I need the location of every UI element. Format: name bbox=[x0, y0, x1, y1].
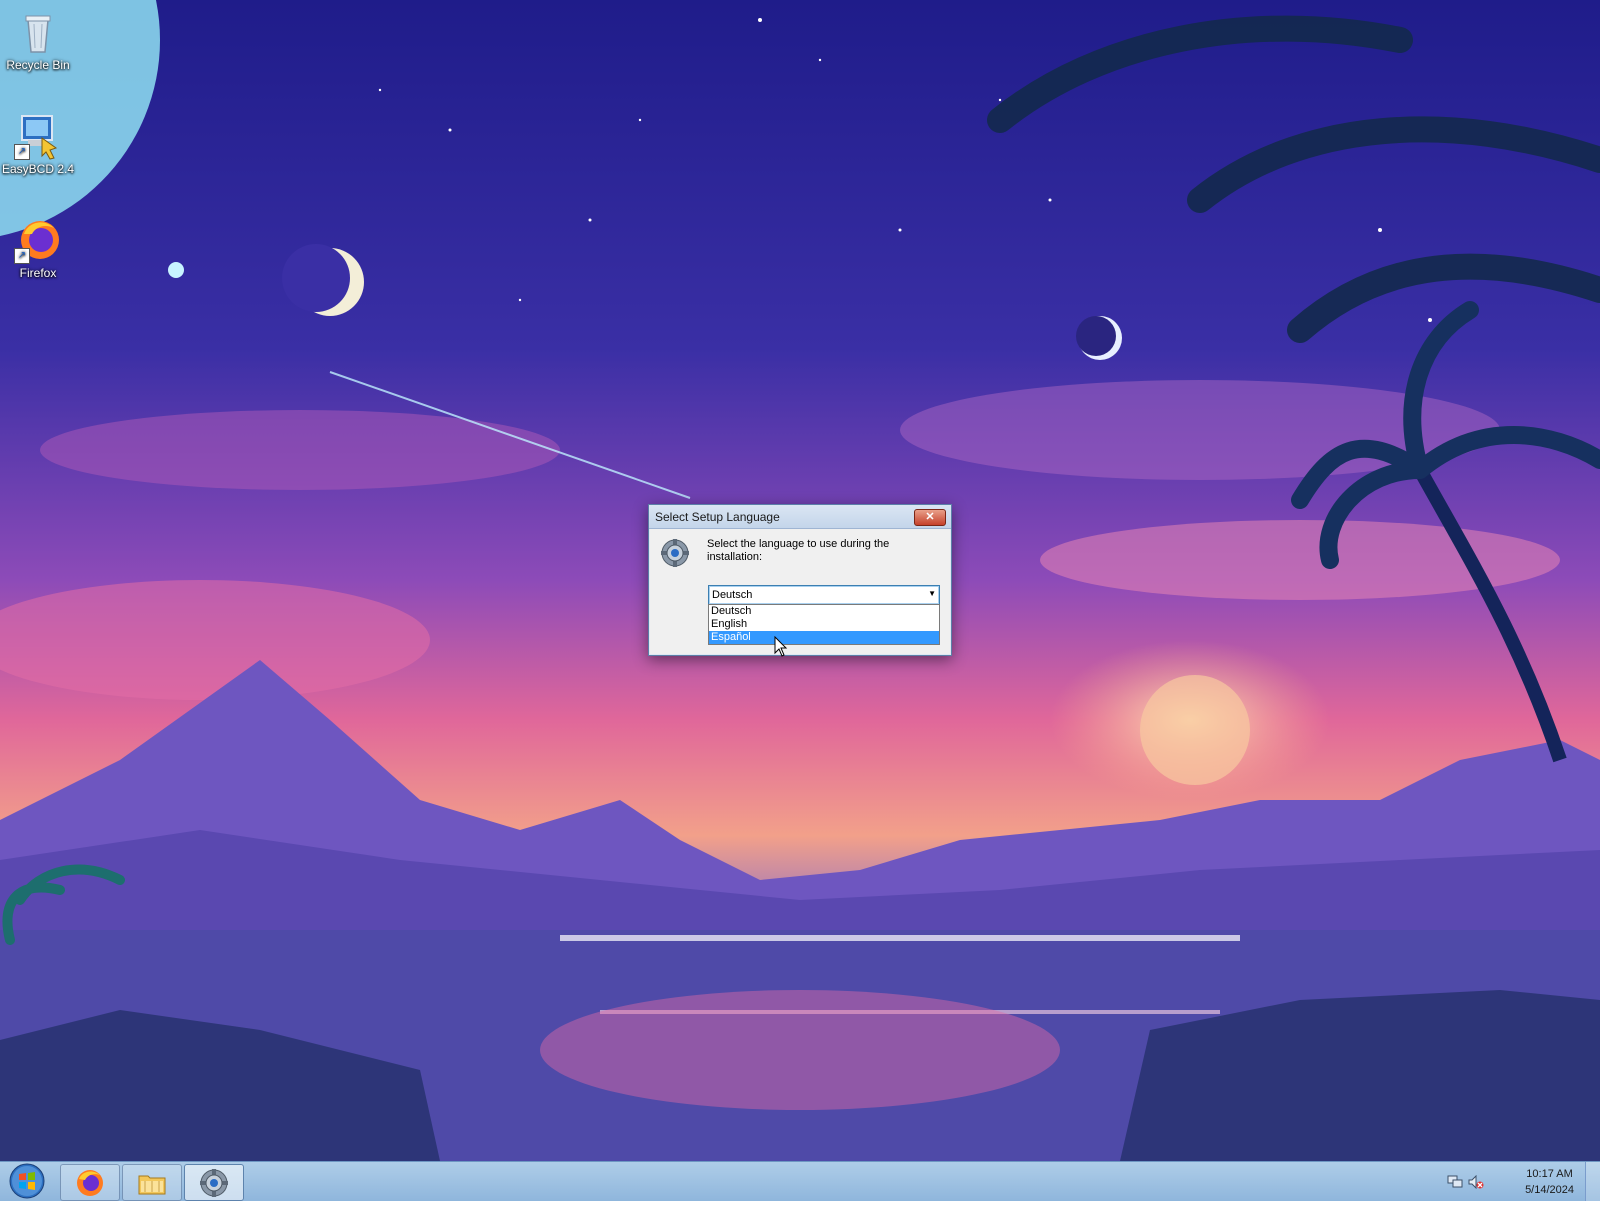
setup-gear-icon bbox=[660, 538, 690, 568]
show-desktop-button[interactable] bbox=[1585, 1162, 1600, 1201]
taskbar-clock[interactable]: 10:17 AM 5/14/2024 bbox=[1525, 1166, 1574, 1198]
chevron-down-icon[interactable]: ▼ bbox=[928, 589, 936, 598]
desktop-icon-easybcd[interactable]: ↗ EasyBCD 2.4 bbox=[0, 112, 78, 176]
dialog-body: Select the language to use during the in… bbox=[650, 529, 950, 654]
recycle-bin-icon bbox=[14, 8, 62, 56]
close-button[interactable]: ✕ bbox=[914, 509, 946, 526]
windows-logo-icon bbox=[9, 1163, 45, 1199]
desktop-icon-label: Firefox bbox=[19, 266, 57, 280]
firefox-icon bbox=[77, 1170, 103, 1196]
language-select[interactable]: Deutsch ▼ bbox=[708, 585, 940, 605]
system-tray: 10:17 AM 5/14/2024 bbox=[1440, 1162, 1600, 1201]
firefox-icon: ↗ bbox=[14, 216, 62, 264]
dialog-prompt: Select the language to use during the in… bbox=[707, 538, 890, 563]
language-option-espanol[interactable]: Español bbox=[709, 631, 939, 644]
taskbar: 10:17 AM 5/14/2024 bbox=[0, 1161, 1600, 1201]
start-button[interactable] bbox=[4, 1163, 50, 1200]
desktop-icon-recycle-bin[interactable]: Recycle Bin bbox=[0, 8, 78, 72]
dialog-titlebar[interactable]: Select Setup Language ✕ bbox=[649, 505, 951, 529]
language-option-english[interactable]: English bbox=[709, 618, 939, 631]
clock-time: 10:17 AM bbox=[1526, 1168, 1573, 1180]
setup-gear-icon bbox=[200, 1169, 228, 1197]
network-icon[interactable] bbox=[1447, 1175, 1463, 1189]
volume-muted-icon[interactable] bbox=[1468, 1174, 1484, 1190]
taskbar-button-firefox[interactable] bbox=[60, 1164, 120, 1201]
desktop-icon-label: Recycle Bin bbox=[6, 58, 70, 72]
mouse-cursor-icon bbox=[774, 635, 788, 663]
desktop-icon-firefox[interactable]: ↗ Firefox bbox=[0, 216, 78, 280]
shortcut-arrow-icon: ↗ bbox=[14, 248, 30, 264]
folder-icon bbox=[138, 1175, 166, 1195]
desktop-icon-label: EasyBCD 2.4 bbox=[1, 162, 75, 176]
clock-date: 5/14/2024 bbox=[1525, 1184, 1574, 1196]
language-select-value: Deutsch bbox=[712, 589, 753, 601]
language-dropdown-list: Deutsch English Español bbox=[708, 604, 940, 645]
dialog-title: Select Setup Language bbox=[655, 510, 780, 524]
select-setup-language-dialog: Select Setup Language ✕ Select the langu… bbox=[648, 504, 952, 656]
shortcut-arrow-icon: ↗ bbox=[14, 144, 30, 160]
easybcd-icon: ↗ bbox=[14, 112, 62, 160]
taskbar-button-setup[interactable] bbox=[184, 1164, 244, 1201]
language-option-deutsch[interactable]: Deutsch bbox=[709, 605, 939, 618]
taskbar-button-file-explorer[interactable] bbox=[122, 1164, 182, 1201]
